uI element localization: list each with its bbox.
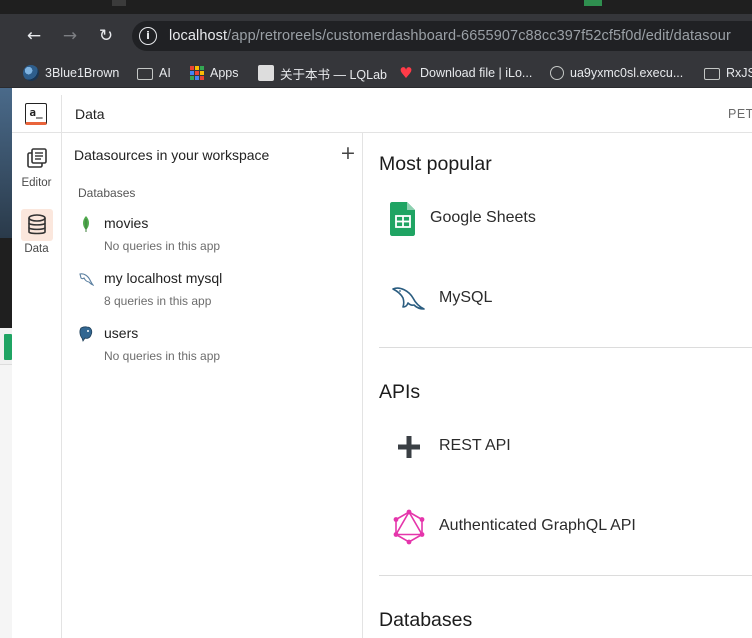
- section-title-databases: Databases: [379, 609, 473, 631]
- plugin-name: Authenticated GraphQL API: [439, 517, 636, 534]
- datasources-panel-title: Datasources in your workspace: [74, 147, 270, 163]
- bookmark-label: RxJS: [726, 66, 752, 80]
- globe-icon: [550, 66, 564, 80]
- datasource-item-users[interactable]: users No queries in this app: [76, 323, 356, 369]
- datasource-query-count: No queries in this app: [104, 239, 221, 253]
- reload-button[interactable]: ↻: [95, 25, 117, 47]
- left-rail: Editor Data: [12, 133, 62, 638]
- plugin-card-authenticated-graphql-api[interactable]: Authenticated GraphQL API: [379, 505, 752, 549]
- plugin-name: Google Sheets: [430, 209, 536, 226]
- folder-icon: [704, 68, 720, 80]
- url-text[interactable]: localhost/app/retroreels/customerdashboa…: [169, 28, 731, 44]
- mysql-dolphin-icon: [78, 270, 95, 288]
- plugin-name: MySQL: [439, 289, 493, 306]
- datasource-query-count: 8 queries in this app: [104, 294, 212, 308]
- site-info-icon[interactable]: i: [139, 27, 157, 45]
- datasources-section-label: Databases: [78, 186, 136, 200]
- bookmark-download-file[interactable]: ♥ Download file | iLo...: [398, 64, 532, 82]
- rail-item-data[interactable]: Data: [12, 209, 61, 263]
- tab-fragment[interactable]: [112, 0, 126, 6]
- google-sheets-icon: [389, 201, 423, 237]
- add-datasource-button[interactable]: +: [338, 143, 358, 163]
- bookmark-label: 关于本书 — LQLab: [280, 67, 387, 82]
- datasource-name: users: [104, 325, 139, 341]
- bookmark-label: Download file | iLo...: [420, 66, 533, 80]
- datasource-item-movies[interactable]: movies No queries in this app: [76, 213, 356, 259]
- forward-button[interactable]: →: [59, 25, 81, 47]
- reload-icon: ↻: [98, 26, 114, 46]
- header-right-label[interactable]: PET: [728, 107, 752, 121]
- browser-tab-strip: [0, 0, 752, 14]
- app-header: a_ Data PET: [12, 95, 752, 133]
- rail-item-label: Data: [24, 243, 49, 255]
- mysql-dolphin-icon: [391, 281, 425, 317]
- bookmark-label: ua9yxmc0sl.execu...: [570, 66, 684, 80]
- url-path: /app/retroreels/customerdashboard-665590…: [227, 28, 731, 44]
- apps-grid-icon: [190, 66, 204, 80]
- bookmarks-bar: 3Blue1Brown AI Apps 关于本书 — LQLab ♥ Downl…: [0, 58, 752, 88]
- bookmark-3blue1brown[interactable]: 3Blue1Brown: [23, 64, 119, 82]
- pi-creature-icon: [23, 65, 39, 81]
- background-window-edge: [0, 88, 12, 638]
- rail-item-editor[interactable]: Editor: [12, 143, 61, 197]
- address-bar[interactable]: i localhost/app/retroreels/customerdashb…: [132, 21, 752, 51]
- plugin-card-mysql[interactable]: MySQL: [379, 277, 752, 321]
- bookmark-rxjs[interactable]: RxJS: [704, 64, 752, 82]
- url-host: localhost: [169, 28, 228, 44]
- plugin-name: REST API: [439, 437, 511, 454]
- bookmark-execute-api[interactable]: ua9yxmc0sl.execu...: [550, 64, 683, 82]
- bookmark-label: AI: [159, 66, 171, 80]
- section-divider: [379, 575, 752, 576]
- bookmark-apps[interactable]: Apps: [190, 64, 239, 82]
- app-logo[interactable]: a_: [25, 103, 47, 125]
- bookmark-label: 3Blue1Brown: [45, 66, 120, 80]
- arrow-right-icon: →: [62, 26, 78, 46]
- new-datasource-catalog: Most popular Google Sheets MySQL APIs RE…: [363, 133, 752, 638]
- datasource-item-my-localhost-mysql[interactable]: my localhost mysql 8 queries in this app: [76, 268, 356, 314]
- mongodb-leaf-icon: [78, 215, 94, 233]
- arrow-left-icon: ←: [26, 26, 42, 46]
- section-title-apis: APIs: [379, 381, 421, 403]
- graphql-icon: [391, 509, 425, 545]
- plugin-card-google-sheets[interactable]: Google Sheets: [379, 197, 752, 241]
- section-title-most-popular: Most popular: [379, 153, 492, 175]
- app-window: a_ Data PET Editor Data Datasources in y…: [12, 95, 752, 638]
- cat-avatar-icon: [258, 65, 274, 81]
- page-title: Data: [75, 106, 105, 122]
- folder-icon: [137, 68, 153, 80]
- datasource-name: movies: [104, 215, 149, 231]
- datasource-name: my localhost mysql: [104, 270, 223, 286]
- rail-item-label: Editor: [21, 177, 52, 189]
- database-icon: [21, 209, 53, 241]
- header-divider: [61, 95, 62, 133]
- plugin-card-rest-api[interactable]: REST API: [379, 425, 752, 469]
- heart-icon: ♥: [399, 64, 413, 82]
- plus-cross-icon: [391, 429, 425, 465]
- editor-pages-icon: [21, 143, 53, 175]
- bookmark-ai[interactable]: AI: [137, 64, 171, 82]
- back-button[interactable]: ←: [23, 25, 45, 47]
- datasources-panel: Datasources in your workspace + Database…: [62, 133, 363, 638]
- bookmark-label: Apps: [210, 66, 239, 80]
- datasource-query-count: No queries in this app: [104, 349, 221, 363]
- section-divider: [379, 347, 752, 348]
- browser-toolbar: ← → ↻ i localhost/app/retroreels/custome…: [0, 14, 752, 58]
- bookmark-lqlab[interactable]: 关于本书 — LQLab: [258, 64, 387, 82]
- postgres-elephant-icon: [78, 325, 94, 343]
- plus-icon: +: [340, 142, 356, 164]
- tab-fragment-sheets[interactable]: [584, 0, 602, 6]
